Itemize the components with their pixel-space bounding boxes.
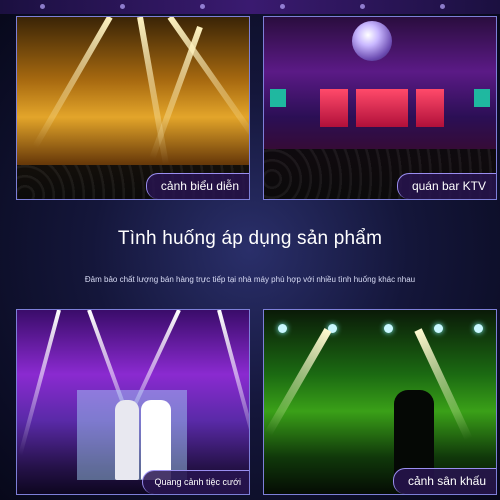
scene-label-stage: cảnh sân khấu: [392, 468, 496, 494]
stage-scene-image: cảnh sân khấu: [263, 309, 497, 495]
light-beam: [137, 17, 170, 166]
led-screen: [356, 89, 408, 127]
light-beam: [264, 328, 332, 436]
groom-silhouette: [115, 400, 139, 480]
performance-scene-image: cảnh biểu diễn: [16, 16, 250, 200]
light-beam: [217, 310, 249, 456]
light-beam: [149, 25, 203, 160]
light-dot: [440, 4, 445, 9]
scene-label-performance: cảnh biểu diễn: [145, 173, 249, 199]
light-dot: [40, 4, 45, 9]
bar-ktv-scene-image: quán bar KTV: [263, 16, 497, 200]
wedding-scene-image: Quang cảnh tiệc cưới: [16, 309, 250, 495]
stage-spotlight: [278, 324, 287, 333]
section-subheading: Đảm bảo chất lượng bán hàng trực tiếp tạ…: [84, 275, 416, 284]
top-decor-bar: [0, 0, 500, 14]
light-dot: [360, 4, 365, 9]
scene-label-wedding: Quang cảnh tiệc cưới: [141, 470, 249, 494]
scene-label-bar-ktv: quán bar KTV: [396, 173, 496, 199]
light-dot: [280, 4, 285, 9]
m-logo-sign: [270, 89, 286, 107]
light-dot: [120, 4, 125, 9]
m-logo-sign: [474, 89, 490, 107]
stage-spotlight: [384, 324, 393, 333]
led-screen: [320, 89, 348, 127]
bride-silhouette: [141, 400, 171, 480]
disco-ball: [352, 21, 392, 61]
stage-spotlight: [474, 324, 483, 333]
section-heading: Tình huống áp dụng sản phẩm: [117, 228, 383, 249]
led-screen: [416, 89, 444, 127]
light-beam: [32, 17, 113, 149]
stage-spotlight: [434, 324, 443, 333]
light-dot: [200, 4, 205, 9]
light-beam: [18, 310, 61, 456]
